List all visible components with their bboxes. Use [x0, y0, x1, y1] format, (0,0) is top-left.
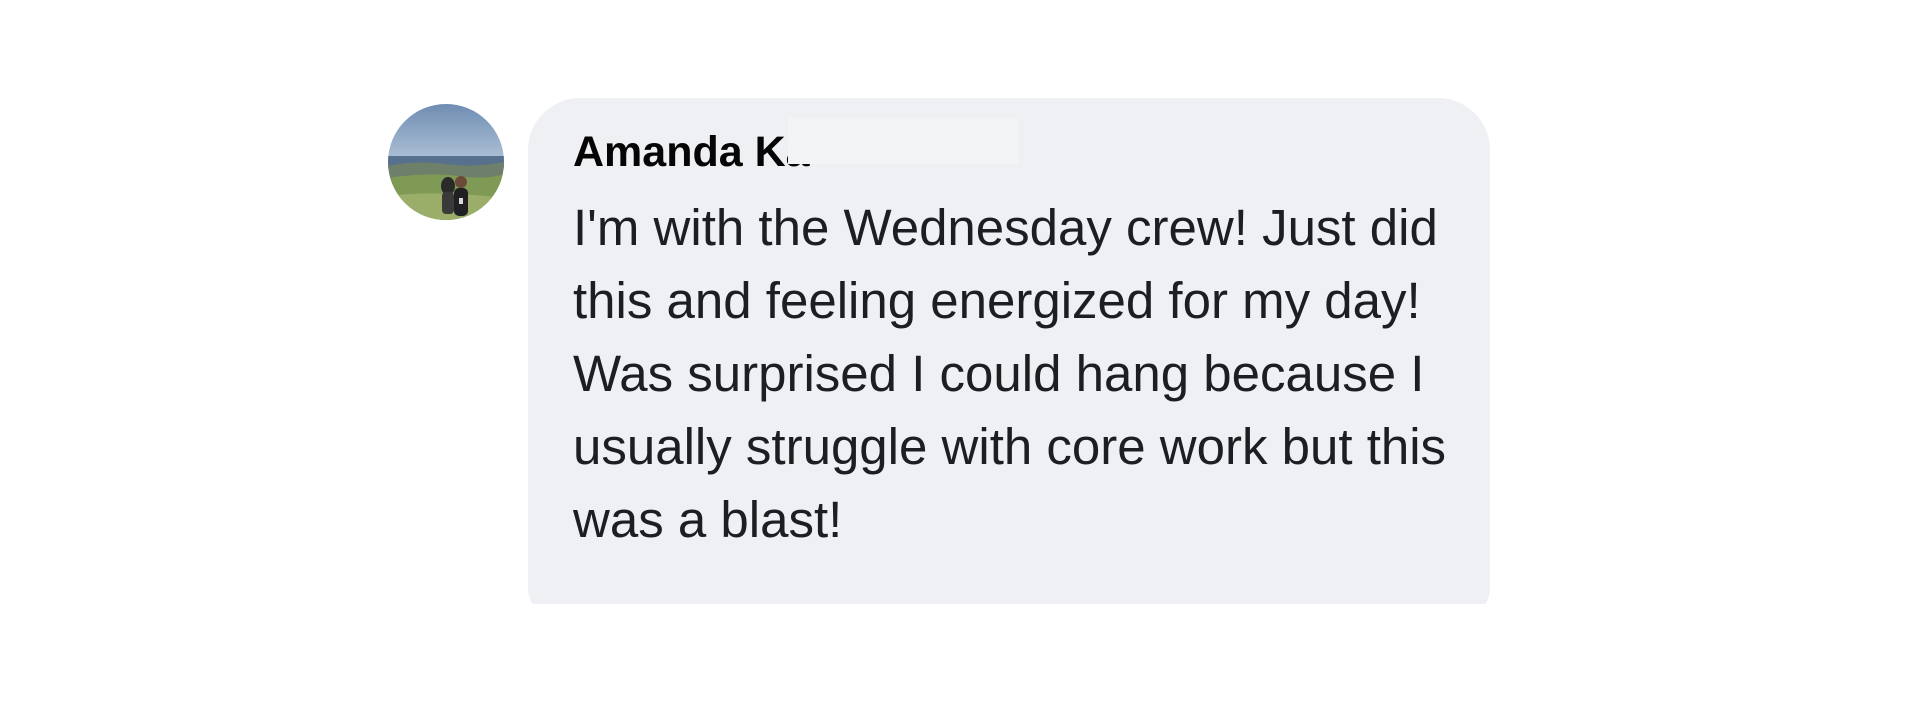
avatar[interactable] [388, 104, 504, 220]
redaction-mask [788, 118, 1018, 164]
profile-photo-avatar-icon [388, 104, 504, 220]
screenshot-canvas: Amanda Ka I'm with the Wednesday crew! J… [0, 0, 1920, 705]
comment-author-name[interactable]: Amanda Ka [573, 124, 810, 180]
comment-bubble: Amanda Ka I'm with the Wednesday crew! J… [528, 98, 1490, 618]
comment-text: I'm with the Wednesday crew! Just did th… [573, 199, 1447, 548]
comment: Amanda Ka I'm with the Wednesday crew! J… [388, 98, 1490, 618]
bubble-bottom-crop [528, 604, 1490, 618]
